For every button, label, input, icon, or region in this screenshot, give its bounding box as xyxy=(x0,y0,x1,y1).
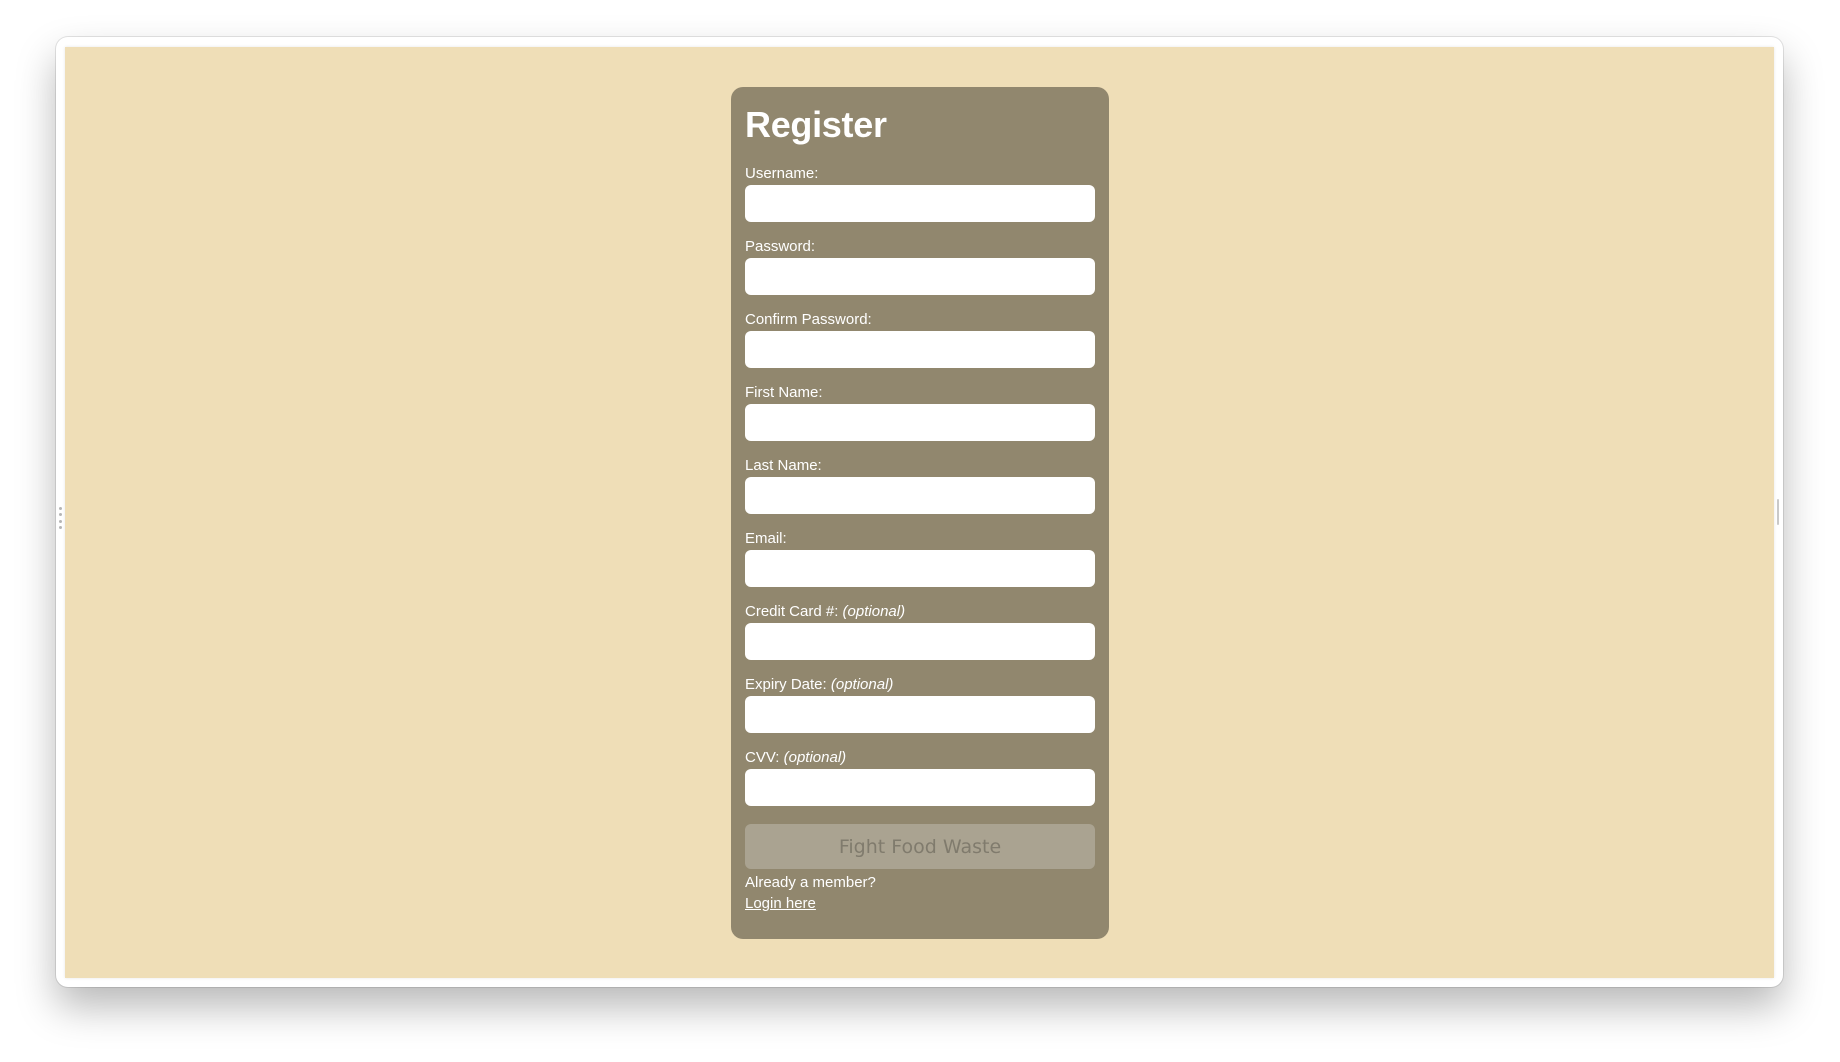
already-member-text: Already a member? xyxy=(745,874,876,891)
confirm-password-field: Confirm Password: xyxy=(745,311,1095,384)
email-label: Email: xyxy=(745,530,787,547)
expiry-date-label: Expiry Date: (optional) xyxy=(745,676,894,693)
login-link[interactable]: Login here xyxy=(745,893,816,915)
credit-card-field: Credit Card #: (optional) xyxy=(745,603,1095,676)
first-name-input[interactable] xyxy=(745,404,1095,441)
email-input[interactable] xyxy=(745,550,1095,587)
left-resize-handle[interactable] xyxy=(58,507,62,529)
register-form: Username: Password: Confirm Password: Fi… xyxy=(745,165,1095,915)
expiry-date-input[interactable] xyxy=(745,696,1095,733)
page-viewport: Register Username: Password: Confirm Pas… xyxy=(65,47,1774,978)
password-field: Password: xyxy=(745,238,1095,311)
email-field: Email: xyxy=(745,530,1095,603)
username-label: Username: xyxy=(745,165,819,182)
confirm-password-label: Confirm Password: xyxy=(745,311,872,328)
right-resize-handle[interactable] xyxy=(1777,499,1779,525)
browser-window: Register Username: Password: Confirm Pas… xyxy=(56,37,1783,987)
last-name-field: Last Name: xyxy=(745,457,1095,530)
register-card: Register Username: Password: Confirm Pas… xyxy=(731,87,1109,939)
password-input[interactable] xyxy=(745,258,1095,295)
cvv-field: CVV: (optional) xyxy=(745,749,1095,822)
cvv-input[interactable] xyxy=(745,769,1095,806)
optional-note: (optional) xyxy=(783,749,847,766)
optional-note: (optional) xyxy=(830,676,894,693)
last-name-label: Last Name: xyxy=(745,457,822,474)
first-name-label: First Name: xyxy=(745,384,823,401)
register-submit-button[interactable]: Fight Food Waste xyxy=(745,824,1095,869)
confirm-password-input[interactable] xyxy=(745,331,1095,368)
username-field: Username: xyxy=(745,165,1095,238)
username-input[interactable] xyxy=(745,185,1095,222)
password-label: Password: xyxy=(745,238,816,255)
optional-note: (optional) xyxy=(842,603,906,620)
expiry-date-field: Expiry Date: (optional) xyxy=(745,676,1095,749)
last-name-input[interactable] xyxy=(745,477,1095,514)
credit-card-input[interactable] xyxy=(745,623,1095,660)
credit-card-label: Credit Card #: (optional) xyxy=(745,603,906,620)
first-name-field: First Name: xyxy=(745,384,1095,457)
page-title: Register xyxy=(745,104,887,145)
cvv-label: CVV: (optional) xyxy=(745,749,847,766)
